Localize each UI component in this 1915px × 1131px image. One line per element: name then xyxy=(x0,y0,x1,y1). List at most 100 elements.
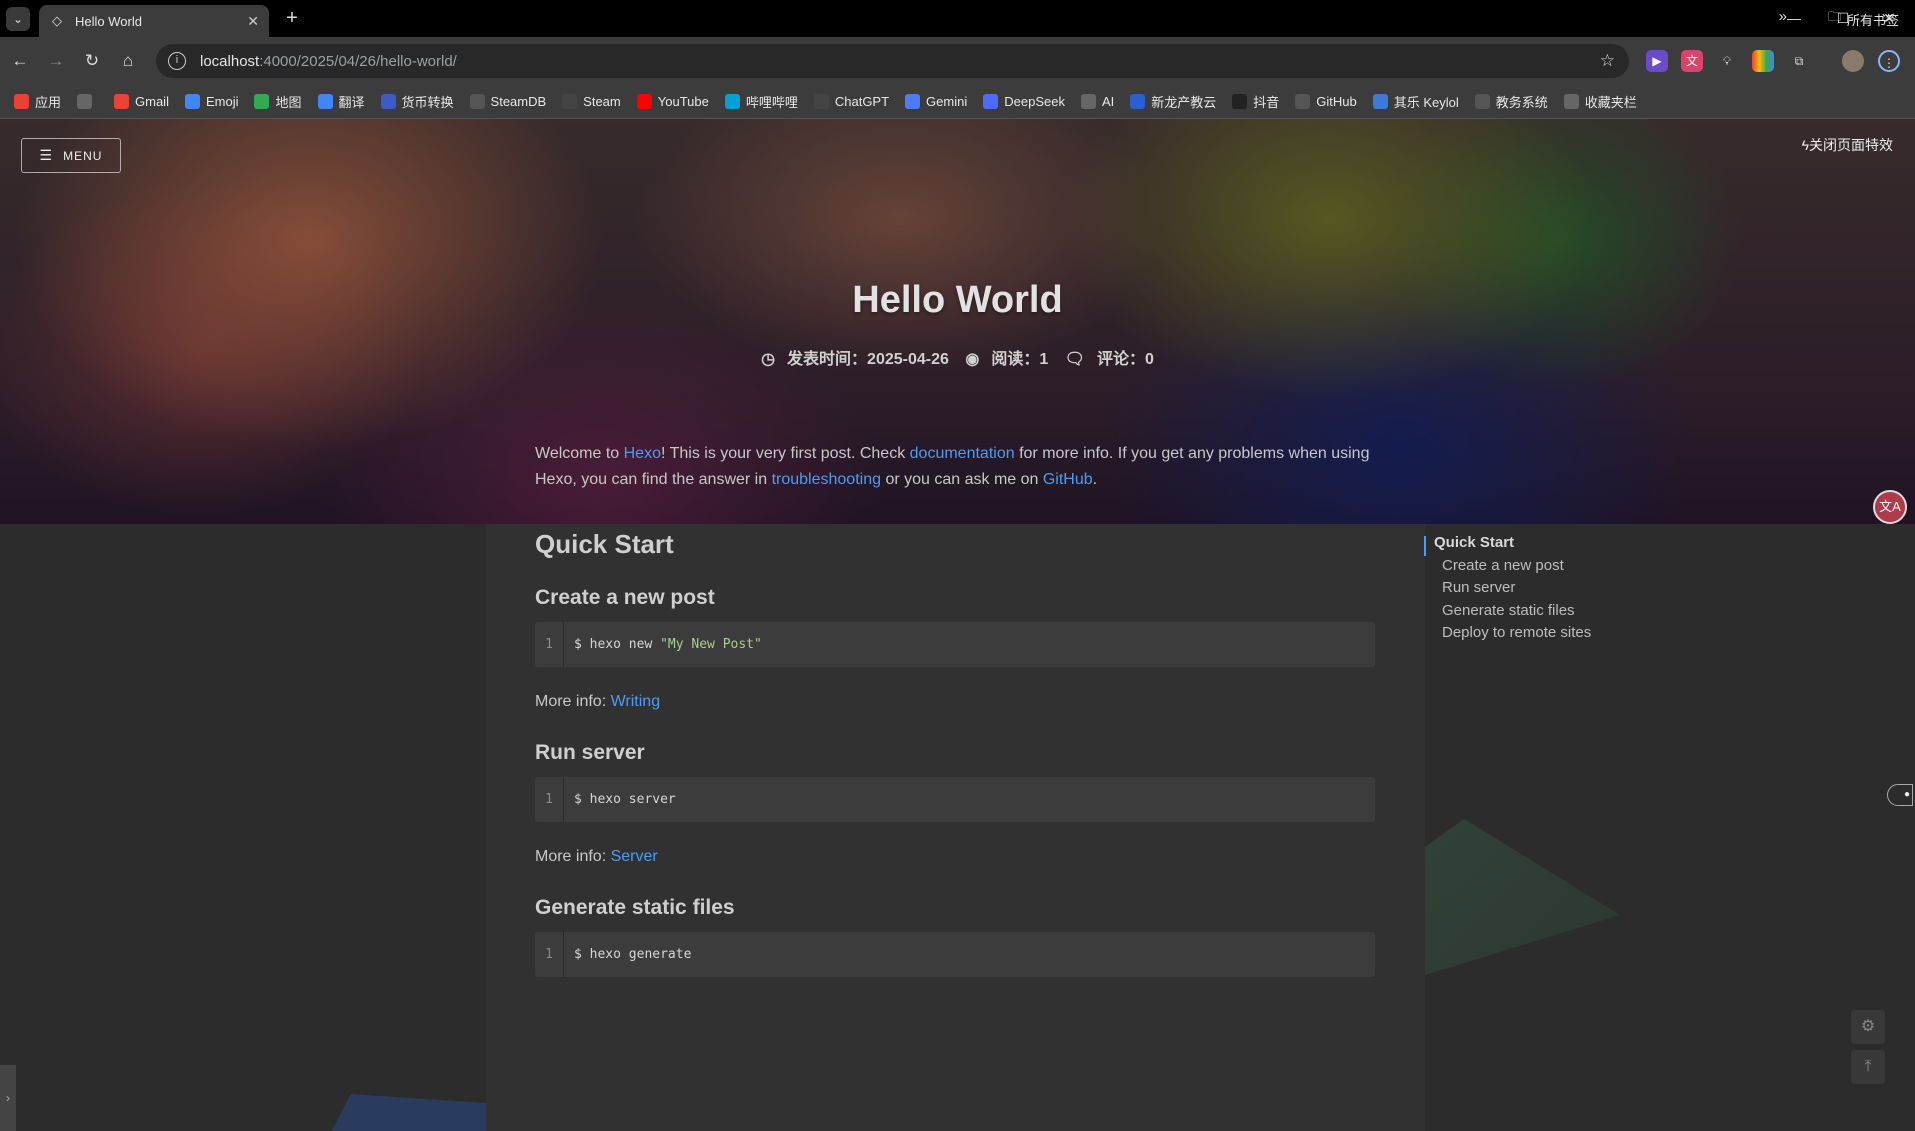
code-line: $ hexo new "My New Post" xyxy=(564,637,762,652)
extension-translate-icon[interactable]: 文 xyxy=(1681,50,1703,72)
section-heading: Generate static files xyxy=(535,896,735,919)
home-icon[interactable]: ⌂ xyxy=(116,49,140,73)
forward-arrow-icon[interactable]: → xyxy=(44,49,68,73)
globe-icon xyxy=(1474,94,1490,109)
bookmark-item[interactable]: 应用 xyxy=(14,92,61,111)
chatgpt-icon xyxy=(813,94,829,109)
gemini-icon xyxy=(905,94,921,109)
code-command: $ hexo new xyxy=(574,637,661,652)
bookmark-item[interactable]: 哔哩哔哩 xyxy=(724,92,798,111)
folder-icon xyxy=(1080,94,1096,109)
grid-icon xyxy=(77,94,93,109)
bookmark-item[interactable]: 其乐 Keylol xyxy=(1372,92,1459,111)
code-block: 1 $ hexo generate xyxy=(535,932,1375,977)
clock-icon: ◷ xyxy=(761,351,776,368)
bookmark-star-icon[interactable]: ☆ xyxy=(1600,51,1615,71)
bookmark-item[interactable]: Steam xyxy=(562,94,621,109)
quick-start-heading: Quick Start xyxy=(535,529,674,559)
all-bookmarks-label: 所有书签 xyxy=(1846,12,1899,28)
url-text[interactable]: localhost:4000/2025/04/26/hello-world/ xyxy=(200,53,457,70)
writing-link[interactable]: Writing xyxy=(611,693,661,710)
documentation-link[interactable]: documentation xyxy=(910,445,1015,462)
bookmark-item[interactable]: Gmail xyxy=(114,94,169,109)
deepseek-icon xyxy=(983,94,999,109)
keylol-icon xyxy=(1372,94,1388,109)
bookmark-item[interactable]: 抖音 xyxy=(1232,92,1279,111)
section-heading: Run server xyxy=(535,741,645,764)
bookmark-item[interactable]: 教务系统 xyxy=(1474,92,1548,111)
bookmark-label: Gmail xyxy=(135,94,169,109)
bookmark-item[interactable] xyxy=(77,94,98,109)
bookmark-label: DeepSeek xyxy=(1004,94,1065,109)
bookmark-item[interactable]: 翻译 xyxy=(317,92,365,111)
line-number: 1 xyxy=(535,622,564,667)
bookmark-item[interactable]: YouTube xyxy=(636,94,709,109)
bookmark-item[interactable]: Emoji xyxy=(184,94,239,109)
section-heading: Create a new post xyxy=(535,586,715,609)
tab-search-chevron-icon[interactable]: ⌄ xyxy=(6,7,30,31)
bookmark-item[interactable]: GitHub xyxy=(1295,94,1357,109)
line-number: 1 xyxy=(535,932,564,977)
bookmark-item[interactable]: 货币转换 xyxy=(380,92,454,111)
bookmark-item[interactable]: ChatGPT xyxy=(813,94,890,109)
troubleshooting-link[interactable]: troubleshooting xyxy=(772,471,881,488)
toc-item-quick-start[interactable]: Quick Start xyxy=(1424,532,1624,555)
bookmark-item[interactable]: 新龙产教云 xyxy=(1130,92,1216,111)
code-string: "My New Post" xyxy=(660,637,762,652)
more-info: More info: Server xyxy=(535,844,1375,870)
steamdb-icon xyxy=(469,94,485,109)
back-arrow-icon[interactable]: ← xyxy=(8,49,32,73)
menu-button[interactable]: ☰ MENU xyxy=(21,138,121,173)
settings-gear-icon[interactable]: ⚙ xyxy=(1851,1010,1885,1044)
browser-tab[interactable]: ◇ Hello World ✕ xyxy=(39,5,269,37)
extensions-puzzle-icon[interactable]: ⧉ xyxy=(1788,50,1810,72)
line-number: 1 xyxy=(535,777,564,822)
apps-grid-icon xyxy=(14,94,29,109)
back-to-top-icon[interactable]: ⤒ xyxy=(1851,1050,1885,1084)
bookmark-label: 应用 xyxy=(35,95,62,110)
translate-floating-icon[interactable]: 文A xyxy=(1873,490,1907,524)
eye-icon: ◉ xyxy=(965,351,980,368)
toc-item-deploy[interactable]: Deploy to remote sites xyxy=(1424,622,1624,645)
left-drawer-chevron-icon[interactable]: › xyxy=(0,1065,16,1131)
hexo-link[interactable]: Hexo xyxy=(624,445,661,462)
sidebar-toggle-icon[interactable]: ● xyxy=(1887,784,1913,806)
extension-video-icon[interactable]: ▶ xyxy=(1646,50,1668,72)
reload-icon[interactable]: ↻ xyxy=(80,49,104,73)
profile-avatar[interactable] xyxy=(1842,50,1864,72)
all-bookmarks-folder[interactable]: 🗀 所有书签 xyxy=(1828,8,1899,30)
browser-toolbar: ← → ↻ ⌂ i localhost:4000/2025/04/26/hell… xyxy=(0,37,1915,85)
browser-menu-icon[interactable]: ⋮ xyxy=(1878,50,1900,72)
text: ! This is your very first post. Check xyxy=(660,445,910,462)
url-host: localhost xyxy=(200,52,260,70)
hamburger-icon: ☰ xyxy=(39,147,54,163)
bookmark-item[interactable]: 地图 xyxy=(254,92,302,111)
toc-item-generate[interactable]: Generate static files xyxy=(1424,600,1624,623)
bookmark-label: YouTube xyxy=(657,94,709,109)
bookmark-label: 哔哩哔哩 xyxy=(745,95,798,110)
server-link[interactable]: Server xyxy=(611,848,658,865)
more-bookmarks-chevron-icon[interactable]: » xyxy=(1779,8,1787,25)
article-body: Welcome to Hexo! This is your very first… xyxy=(535,441,1375,977)
toc-item-run-server[interactable]: Run server xyxy=(1424,577,1624,600)
bookmark-label: ChatGPT xyxy=(834,94,890,109)
close-tab-icon[interactable]: ✕ xyxy=(247,13,259,30)
post-date: 发表时间：2025-04-26 xyxy=(787,351,949,368)
toc-item-create-post[interactable]: Create a new post xyxy=(1424,555,1624,578)
bookmark-item[interactable]: SteamDB xyxy=(469,94,546,109)
currency-icon xyxy=(380,94,396,109)
address-bar[interactable]: i localhost:4000/2025/04/26/hello-world/… xyxy=(156,44,1629,78)
bookmark-item[interactable]: 收藏夹栏 xyxy=(1563,92,1637,111)
github-link[interactable]: GitHub xyxy=(1043,471,1093,488)
site-info-icon[interactable]: i xyxy=(168,52,186,70)
bookmark-item[interactable]: Gemini xyxy=(905,94,967,109)
bookmark-label: Emoji xyxy=(205,94,239,109)
bookmark-item[interactable]: DeepSeek xyxy=(983,94,1065,109)
extension-bulb-icon[interactable]: 💡︎ xyxy=(1716,50,1738,72)
extension-color-icon[interactable] xyxy=(1752,50,1774,72)
effects-toggle-link[interactable]: ϟ关闭页面特效 xyxy=(1802,135,1893,155)
code-line: $ hexo generate xyxy=(574,947,692,962)
bookmark-item[interactable]: AI xyxy=(1080,94,1114,109)
page-viewport: ☰ MENU ϟ关闭页面特效 Hello World ◷ 发表时间：2025-04-… xyxy=(0,119,1915,1131)
new-tab-plus-icon[interactable]: + xyxy=(280,6,304,30)
